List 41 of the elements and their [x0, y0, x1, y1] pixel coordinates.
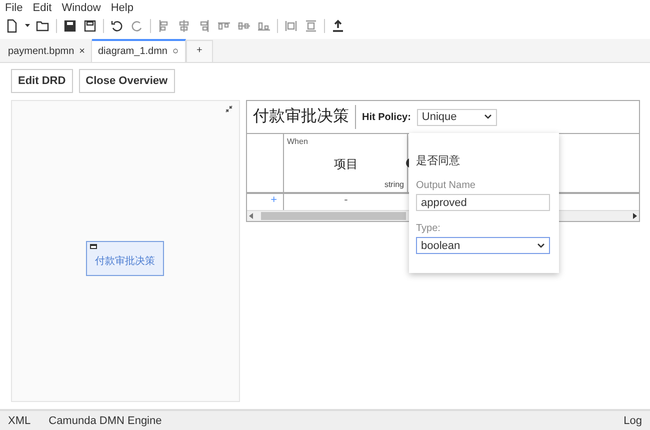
output-label: 是否同意 [416, 154, 461, 168]
output-name-field[interactable]: approved [416, 194, 550, 211]
new-tab-button[interactable]: + [186, 40, 214, 62]
chevron-down-icon [484, 114, 492, 120]
decision-node[interactable]: 付款审批决策 [86, 241, 164, 276]
scroll-left-icon[interactable] [249, 213, 253, 219]
status-item[interactable]: Camunda DMN Engine [48, 414, 162, 426]
align-center-icon[interactable] [177, 19, 191, 33]
menu-item[interactable]: File [5, 2, 23, 14]
distribute-vertical-icon[interactable] [304, 19, 318, 33]
menu-item[interactable]: Window [62, 2, 101, 14]
undo-icon[interactable] [110, 19, 124, 33]
input-label[interactable]: 项目 [334, 156, 358, 173]
when-label: When [287, 137, 308, 146]
save-as-icon[interactable] [83, 19, 97, 33]
chevron-down-icon [537, 242, 545, 248]
log-button[interactable]: Log [624, 414, 642, 426]
redo-icon[interactable] [130, 19, 144, 33]
type-label: Type: [416, 223, 442, 234]
distribute-horizontal-icon[interactable] [284, 19, 298, 33]
table-icon [90, 244, 97, 249]
toolbar-button[interactable]: Close Overview [78, 69, 175, 93]
file-tab[interactable]: diagram_1.dmn ○ [92, 39, 186, 62]
table-name[interactable]: 付款审批决策 [253, 105, 356, 129]
toolbar-button[interactable]: Edit DRD [11, 69, 73, 93]
open-folder-icon[interactable] [36, 19, 50, 33]
menu-item[interactable]: Edit [32, 2, 52, 14]
output-name-label: Output Name [416, 180, 476, 191]
hit-policy-label: Hit Policy: [362, 112, 411, 122]
rule-cell[interactable]: - [284, 194, 408, 210]
hit-policy-select[interactable]: Unique [416, 108, 497, 126]
caret-icon[interactable] [25, 24, 30, 28]
collapse-icon[interactable] [225, 105, 233, 113]
upload-icon[interactable] [331, 19, 345, 33]
status-item[interactable]: XML [8, 414, 31, 426]
save-icon[interactable] [63, 19, 77, 33]
new-file-icon[interactable] [5, 19, 19, 33]
type-field[interactable]: boolean [416, 237, 550, 254]
scroll-right-icon[interactable] [633, 213, 637, 219]
menu-item[interactable]: Help [110, 2, 134, 14]
input-type: string [384, 180, 404, 189]
